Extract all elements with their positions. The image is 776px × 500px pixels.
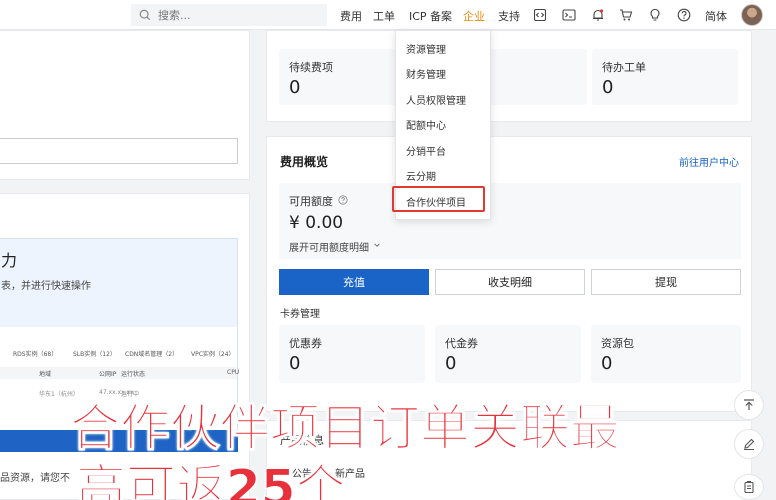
res-rds[interactable]: RDS实例（68）: [13, 349, 57, 358]
chevron-down-icon: [373, 241, 381, 252]
menu-item-permission-management[interactable]: 人员权限管理: [406, 92, 466, 107]
menu-item-distribution-platform[interactable]: 分销平台: [406, 143, 446, 158]
cash-voucher-value: 0: [445, 353, 457, 374]
info-icon[interactable]: [338, 194, 348, 208]
available-credit-panel: 可用额度 ¥ 0.00 展开可用额度明细: [279, 183, 741, 259]
top-bar: 费用 工单 ICP 备案 企业 支持 简体: [0, 0, 776, 30]
help-icon[interactable]: [676, 7, 692, 23]
left-bottom-text: 品资源，请您不: [0, 473, 70, 484]
res-cdn[interactable]: CDN域名管理（2）: [125, 349, 178, 358]
col-region: 地域: [39, 371, 52, 378]
user-center-link[interactable]: 前往用户中心: [679, 154, 739, 169]
search-box[interactable]: [131, 4, 327, 26]
avatar[interactable]: [741, 4, 763, 26]
menu-item-quota-center[interactable]: 配额中心: [406, 117, 446, 132]
res-slb[interactable]: SLB实例（12）: [73, 349, 116, 358]
menu-item-cloud-installment[interactable]: 云分期: [406, 168, 436, 183]
clipboard-button[interactable]: [734, 474, 764, 500]
col-ip: 公网IP: [99, 371, 117, 378]
stats-card: 待续费项 0 待办工单 0: [266, 30, 752, 122]
transaction-details-button[interactable]: 收支明细: [435, 269, 585, 295]
arrow-up-icon: [744, 399, 754, 410]
fee-title: 费用概览: [280, 155, 329, 169]
coupon-box[interactable]: 优惠券 0: [279, 325, 425, 383]
left-input-field[interactable]: [0, 138, 238, 164]
resource-pack-value: 0: [601, 353, 613, 374]
menu-item-resource-management[interactable]: 资源管理: [406, 41, 446, 56]
pending-ticket-value: 0: [602, 77, 614, 98]
col-status: 运行状态: [121, 371, 146, 378]
expand-credit-toggle[interactable]: 展开可用额度明细: [289, 239, 381, 254]
coupon-label: 优惠券: [289, 337, 322, 350]
available-label-row: 可用额度: [289, 193, 348, 209]
lightbulb-icon[interactable]: [647, 7, 663, 23]
code-icon[interactable]: [532, 7, 548, 23]
back-to-top-button[interactable]: [734, 390, 764, 420]
bell-icon[interactable]: [590, 7, 606, 23]
pencil-icon: [744, 438, 755, 451]
coupon-value: 0: [289, 353, 301, 374]
left-top-card: [0, 30, 250, 180]
nav-enterprise[interactable]: 企业: [463, 8, 485, 24]
pending-ticket-label: 待办工单: [602, 61, 646, 74]
recharge-button[interactable]: 充值: [279, 269, 429, 295]
fee-overview-card: 费用概览 前往用户中心 可用额度 ¥ 0.00 展开可用额度明细 充值 收支明细…: [266, 136, 752, 412]
resource-pack-label: 资源包: [601, 337, 634, 350]
pending-ticket-box[interactable]: 待办工单 0: [592, 49, 738, 105]
edit-button[interactable]: [734, 429, 764, 459]
left-heading: 力: [1, 251, 18, 270]
menu-item-finance-management[interactable]: 财务管理: [406, 66, 446, 81]
res-vpc[interactable]: VPC实例（24）: [191, 349, 235, 358]
pending-renewal-label: 待续费项: [289, 61, 333, 74]
res-table-header: [0, 367, 237, 379]
caption-line-2: 高可返25个: [76, 459, 347, 500]
withdraw-button[interactable]: 提现: [591, 269, 741, 295]
resource-pack-box[interactable]: 资源包 0: [591, 325, 741, 383]
available-value: ¥ 0.00: [289, 213, 344, 233]
available-label: 可用额度: [289, 195, 333, 208]
nav-icp[interactable]: ICP 备案: [409, 8, 452, 24]
cash-voucher-label: 代金券: [445, 337, 478, 350]
pending-renewal-value: 0: [289, 77, 301, 98]
left-description: 表，并进行快速操作: [1, 281, 91, 292]
highlight-box: [392, 186, 485, 212]
terminal-icon[interactable]: [561, 7, 577, 23]
nav-support[interactable]: 支持: [498, 8, 520, 24]
language-switch[interactable]: 简体: [705, 8, 727, 24]
search-input[interactable]: [158, 8, 308, 22]
clipboard-icon: [744, 480, 754, 494]
expand-label: 展开可用额度明细: [289, 243, 369, 254]
nav-ticket[interactable]: 工单: [373, 8, 395, 24]
cash-voucher-box[interactable]: 代金券 0: [435, 325, 581, 383]
search-icon: [139, 6, 151, 25]
cart-icon[interactable]: [618, 7, 634, 23]
col-cpu: CPU: [227, 369, 240, 376]
voucher-title: 卡券管理: [280, 309, 320, 320]
nav-fee[interactable]: 费用: [340, 8, 362, 24]
